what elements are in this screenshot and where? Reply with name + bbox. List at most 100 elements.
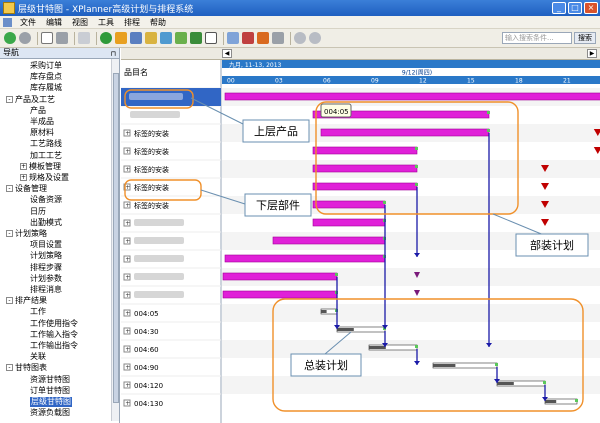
nav-tree-item[interactable]: - 甘特图表 bbox=[6, 363, 47, 373]
nav-tree-item[interactable]: - 设备管理 bbox=[6, 184, 47, 194]
nav-tree-item[interactable]: - 产品及工艺 bbox=[6, 95, 55, 105]
app-menu-icon[interactable] bbox=[3, 17, 12, 27]
menu-edit[interactable]: 编辑 bbox=[41, 17, 67, 28]
nav-tree-item[interactable]: - 排产结果 bbox=[6, 296, 47, 306]
nav-tree-item[interactable]: 资源甘特图 bbox=[30, 375, 70, 385]
export-icon[interactable] bbox=[175, 32, 187, 44]
nav-tree-item[interactable]: 半成品 bbox=[30, 117, 54, 127]
navigation-scrollbar[interactable] bbox=[111, 59, 119, 421]
collapse-icon[interactable]: - bbox=[6, 185, 13, 193]
collapse-icon[interactable]: - bbox=[6, 230, 13, 237]
task-bar[interactable] bbox=[222, 290, 338, 299]
nav-tree-item-label: 项目设置 bbox=[30, 240, 62, 250]
schedule-icon[interactable] bbox=[115, 32, 127, 44]
task-bar[interactable] bbox=[312, 146, 418, 155]
nav-tree-item[interactable]: 项目设置 bbox=[30, 240, 62, 250]
toolbar-separator bbox=[96, 31, 97, 45]
menu-tools[interactable]: 工具 bbox=[93, 17, 119, 28]
toolbar: 输入搜索条件... 搜索 bbox=[0, 29, 600, 48]
nav-tree-item[interactable]: 计划策略 bbox=[30, 251, 62, 261]
delete-icon[interactable] bbox=[78, 32, 90, 44]
nav-tree-item[interactable]: 出勤模式 bbox=[30, 218, 62, 228]
nav-tree-item-label: 出勤模式 bbox=[30, 217, 62, 227]
arrow-left-icon[interactable] bbox=[205, 32, 217, 44]
pin-icon[interactable]: ⊓ bbox=[111, 49, 116, 59]
nav-tree-item[interactable]: 原材料 bbox=[30, 128, 54, 138]
close-button[interactable]: × bbox=[584, 2, 598, 14]
nav-tree-item[interactable]: 工作输出指令 bbox=[30, 341, 78, 351]
nav-tree-item[interactable]: 层级甘特图 bbox=[30, 397, 72, 407]
nav-tree-item[interactable]: 工作 bbox=[30, 307, 46, 317]
nav-tree-item-label: 排产结果 bbox=[15, 296, 47, 306]
settings-icon[interactable] bbox=[56, 32, 68, 44]
refresh-icon[interactable] bbox=[100, 32, 112, 44]
expand-icon[interactable]: + bbox=[20, 174, 27, 181]
new-document-icon[interactable] bbox=[41, 32, 53, 44]
blurred-row-label bbox=[129, 93, 183, 100]
nav-tree-item[interactable]: 计划参数 bbox=[30, 274, 62, 284]
task-bar[interactable] bbox=[272, 236, 386, 245]
collapse-icon[interactable]: - bbox=[6, 364, 13, 372]
nav-tree-item-label: 订单甘特图 bbox=[30, 385, 70, 395]
task-bar[interactable] bbox=[312, 200, 386, 209]
nav-tree-item-label: 日历 bbox=[30, 206, 46, 216]
final-assembly-callout-label: 总装计划 bbox=[304, 358, 348, 372]
task-bar[interactable] bbox=[320, 128, 490, 137]
gantt-icon[interactable] bbox=[272, 32, 284, 44]
expand-glyph: + bbox=[125, 310, 130, 317]
task-bar[interactable] bbox=[224, 92, 600, 101]
task-bar[interactable] bbox=[312, 218, 386, 227]
print-icon[interactable] bbox=[257, 32, 269, 44]
nav-tree-item[interactable]: 设备资源 bbox=[30, 195, 62, 205]
nav-tree-item[interactable]: 库存盘点 bbox=[30, 72, 62, 82]
search-input[interactable]: 输入搜索条件... bbox=[502, 32, 572, 44]
nav-tree-item[interactable]: 工作输入指令 bbox=[30, 330, 78, 340]
task-bar[interactable] bbox=[312, 182, 418, 191]
window-title: 层级甘特图 - XPlanner高级计划与排程系统 bbox=[18, 4, 194, 15]
nav-tree-item[interactable]: 排程消息 bbox=[30, 285, 62, 295]
nav-tree-item[interactable]: 工艺路线 bbox=[30, 139, 62, 149]
minimize-button[interactable]: _ bbox=[552, 2, 566, 14]
menu-schedule[interactable]: 排程 bbox=[119, 17, 145, 28]
nav-tree-item[interactable]: 工作使用指令 bbox=[30, 319, 78, 329]
help-icon[interactable] bbox=[294, 32, 306, 44]
task-bar[interactable] bbox=[312, 164, 418, 173]
search-tool-icon[interactable] bbox=[130, 32, 142, 44]
task-bar[interactable] bbox=[224, 254, 386, 263]
search-button[interactable]: 搜索 bbox=[574, 32, 596, 44]
back-icon[interactable] bbox=[4, 32, 16, 44]
nav-tree-item[interactable]: 日历 bbox=[30, 207, 46, 217]
nav-tree-item[interactable]: 订单甘特图 bbox=[30, 386, 70, 396]
collapse-icon[interactable]: - bbox=[6, 297, 13, 305]
forward-icon[interactable] bbox=[19, 32, 31, 44]
task-end-marker bbox=[335, 273, 338, 276]
menu-file[interactable]: 文件 bbox=[15, 17, 41, 28]
maximize-button[interactable]: □ bbox=[568, 2, 582, 14]
menu-view[interactable]: 视图 bbox=[67, 17, 93, 28]
nav-tree-item[interactable]: 库存履城 bbox=[30, 83, 62, 93]
menu-help[interactable]: 帮助 bbox=[145, 17, 171, 28]
timescale-hour-label: 15 bbox=[467, 78, 475, 85]
scrollbar-thumb[interactable] bbox=[113, 73, 119, 403]
gantt-row-label: 004:120 bbox=[134, 382, 163, 390]
task-bar[interactable] bbox=[222, 272, 338, 281]
nav-tree-item[interactable]: 排程步骤 bbox=[30, 263, 62, 273]
nav-tree-item[interactable]: + 模板管理 bbox=[20, 162, 61, 172]
nav-tree-item[interactable]: - 计划策略 bbox=[6, 229, 47, 239]
nav-tree-item[interactable]: 采购订单 bbox=[30, 61, 62, 71]
chart-icon[interactable] bbox=[160, 32, 172, 44]
nav-tree-item[interactable]: 资源负载图 bbox=[30, 408, 70, 418]
nav-tree-item[interactable]: 关联 bbox=[30, 352, 46, 362]
nav-tree-item-label: 规格及设置 bbox=[29, 173, 69, 182]
nav-tree-item[interactable]: + 规格及设置 bbox=[20, 173, 69, 183]
nav-tree-item[interactable]: 加工工艺 bbox=[30, 151, 62, 161]
collapse-icon[interactable]: - bbox=[6, 95, 13, 103]
table-icon[interactable] bbox=[227, 32, 239, 44]
gantt-chart-canvas[interactable]: 品目名 九月, 11-13, 2013 9/12(周四) 00 03 06 09 12 15 18… bbox=[121, 48, 600, 423]
nav-tree-item[interactable]: 产品 bbox=[30, 106, 46, 116]
info-icon[interactable] bbox=[309, 32, 321, 44]
grid-icon[interactable] bbox=[190, 32, 202, 44]
layout-icon[interactable] bbox=[242, 32, 254, 44]
font-icon[interactable] bbox=[145, 32, 157, 44]
expand-icon[interactable]: + bbox=[20, 162, 27, 170]
